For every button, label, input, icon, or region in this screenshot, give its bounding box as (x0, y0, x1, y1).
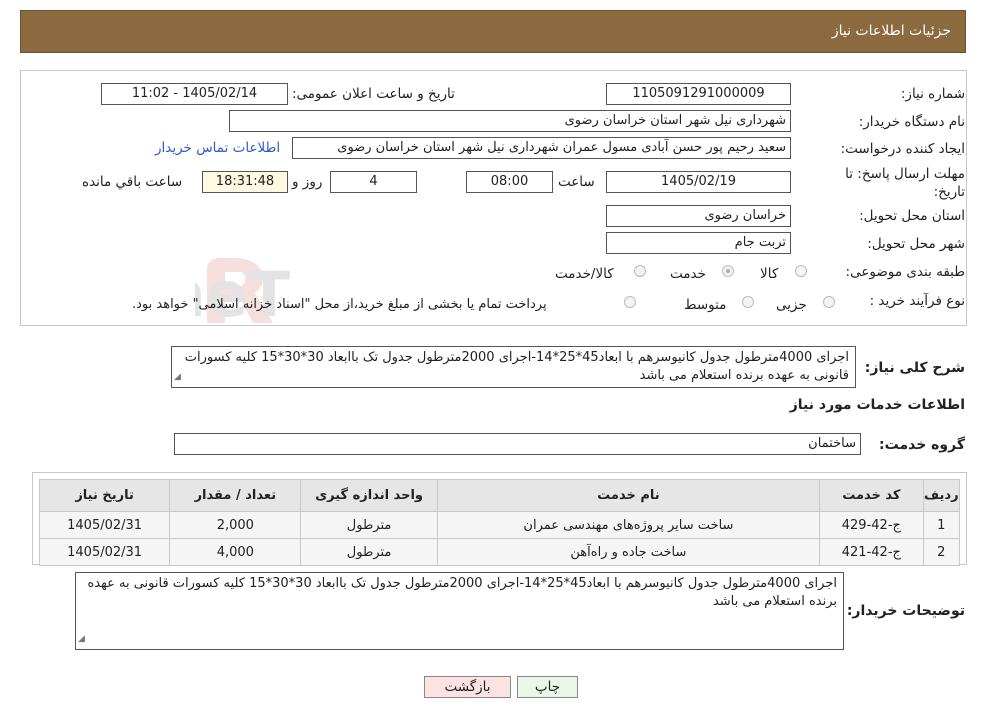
purchase-minor-label: جزیی (776, 297, 807, 313)
service-group-label: گروه خدمت: (879, 437, 965, 453)
remaining-time-field: 18:31:48 (202, 171, 288, 193)
table-header-row: ردیف کد خدمت نام خدمت واحد اندازه گیری ت… (38, 479, 961, 512)
purchase-minor-radio[interactable] (823, 296, 835, 308)
cell-need-date: 1405/02/31 (38, 538, 171, 566)
cell-unit: مترطول (300, 511, 438, 539)
delivery-city-label: شهر محل تحویل: (867, 236, 965, 252)
cell-service-name: ساخت سایر پروژه‌های مهندسی عمران (436, 511, 821, 539)
delivery-city-field: تربت جام (606, 232, 791, 254)
deadline-date-field: 1405/02/19 (606, 171, 791, 193)
col-header-service-name: نام خدمت (436, 479, 821, 512)
cell-unit: مترطول (300, 538, 438, 566)
purchase-medium-radio[interactable] (742, 296, 754, 308)
need-number-label: شماره نیاز: (900, 86, 965, 102)
page-header: جزئیات اطلاعات نیاز (20, 10, 966, 53)
remaining-time-label: ساعت باقي مانده (82, 174, 183, 190)
delivery-province-field: خراسان رضوی (606, 205, 791, 227)
back-button[interactable]: بازگشت (424, 676, 511, 698)
cell-service-code: ج-42-429 (819, 511, 924, 539)
resize-grip-icon[interactable]: ◢ (78, 630, 85, 648)
buyer-notes-label: توضیحات خریدار: (846, 603, 965, 619)
category-goods-service-label: کالا/خدمت (555, 266, 614, 282)
requester-label: ایجاد کننده درخواست: (840, 141, 965, 157)
purchase-type-label: نوع فرآیند خرید : (869, 293, 965, 309)
buyer-notes-textarea[interactable]: اجرای 4000مترطول جدول کانیوسرهم با ابعاد… (75, 572, 844, 650)
service-group-field: ساختمان (174, 433, 861, 455)
purchase-medium-label: متوسط (684, 297, 727, 313)
days-remaining-field: 4 (330, 171, 417, 193)
buyer-contact-link[interactable]: اطلاعات تماس خریدار (155, 140, 280, 156)
days-label: روز و (292, 174, 323, 190)
details-panel (20, 70, 967, 326)
col-header-service-code: کد خدمت (819, 479, 924, 512)
col-header-need-date: تاریخ نیاز (38, 479, 171, 512)
category-goods-service-radio[interactable] (634, 265, 646, 277)
table-row: 1 ج-42-429 ساخت سایر پروژه‌های مهندسی عم… (38, 511, 961, 539)
announce-datetime-label: تاریخ و ساعت اعلان عمومی: (292, 86, 455, 102)
table-row: 2 ج-42-421 ساخت جاده و راه‌آهن مترطول 4,… (38, 538, 961, 566)
services-section-title: اطلاعات خدمات مورد نیاز (789, 397, 965, 413)
col-header-row-number: ردیف (922, 479, 961, 512)
cell-row-number: 1 (922, 511, 961, 539)
cell-quantity: 2,000 (169, 511, 302, 539)
buyer-org-field: شهرداری نیل شهر استان خراسان رضوی (229, 110, 791, 132)
need-number-field: 1105091291000009 (606, 83, 791, 105)
print-button[interactable]: چاپ (517, 676, 578, 698)
category-service-label: خدمت (670, 266, 706, 282)
cell-quantity: 4,000 (169, 538, 302, 566)
cell-need-date: 1405/02/31 (38, 511, 171, 539)
resize-grip-icon[interactable]: ◢ (174, 368, 181, 386)
category-goods-radio[interactable] (795, 265, 807, 277)
buyer-notes-text: اجرای 4000مترطول جدول کانیوسرهم با ابعاد… (87, 576, 837, 609)
col-header-quantity: تعداد / مقدار (169, 479, 302, 512)
category-label: طبقه بندی موضوعی: (845, 264, 965, 280)
general-description-textarea[interactable]: اجرای 4000مترطول جدول کانیوسرهم با ابعاد… (171, 346, 856, 388)
deadline-time-field: 08:00 (466, 171, 553, 193)
purchase-treasury-radio[interactable] (624, 296, 636, 308)
category-service-radio[interactable] (722, 265, 734, 277)
requester-field: سعید رحیم پور حسن آبادی مسول عمران شهردا… (292, 137, 791, 159)
services-table: ردیف کد خدمت نام خدمت واحد اندازه گیری ت… (38, 479, 961, 566)
cell-service-name: ساخت جاده و راه‌آهن (436, 538, 821, 566)
buyer-org-label: نام دستگاه خریدار: (858, 114, 965, 130)
category-goods-label: کالا (760, 266, 779, 282)
delivery-province-label: استان محل تحویل: (859, 208, 965, 224)
page-title: جزئیات اطلاعات نیاز (831, 23, 951, 39)
col-header-unit: واحد اندازه گیری (300, 479, 438, 512)
general-description-label: شرح کلی نیاز: (864, 360, 965, 376)
cell-service-code: ج-42-421 (819, 538, 924, 566)
general-description-text: اجرای 4000مترطول جدول کانیوسرهم با ابعاد… (184, 350, 849, 383)
deadline-label: مهلت ارسال پاسخ: تا تاریخ: (845, 166, 965, 200)
deadline-time-label: ساعت (558, 174, 595, 190)
cell-row-number: 2 (922, 538, 961, 566)
purchase-treasury-note: پرداخت تمام یا بخشی از مبلغ خرید،از محل … (132, 297, 547, 312)
announce-datetime-field: 1405/02/14 - 11:02 (101, 83, 288, 105)
services-table-container: ردیف کد خدمت نام خدمت واحد اندازه گیری ت… (32, 472, 967, 566)
